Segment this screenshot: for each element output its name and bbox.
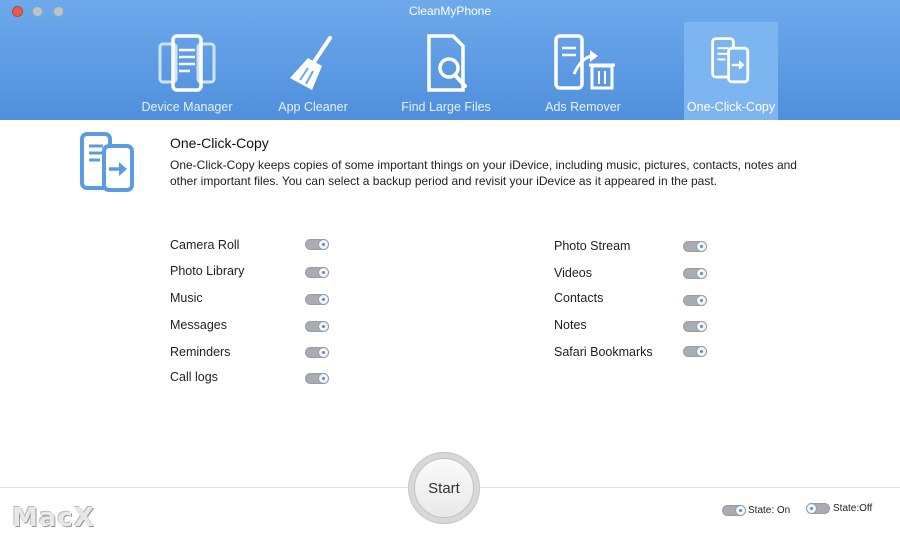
reminders-toggle[interactable]: [305, 347, 329, 358]
legend-on-toggle-sample: [722, 505, 746, 516]
broom-icon: [290, 36, 332, 90]
contacts-toggle[interactable]: [683, 295, 707, 306]
tab-label: One-Click-Copy: [686, 100, 776, 114]
toggle-knob: [318, 373, 329, 384]
photo-stream-toggle[interactable]: [683, 241, 707, 252]
toggle-knob: [735, 505, 746, 516]
option-label-safari-bookmarks: Safari Bookmarks: [554, 345, 653, 359]
notes-toggle[interactable]: [683, 321, 707, 332]
option-label-music: Music: [170, 291, 203, 305]
messages-toggle[interactable]: [305, 321, 329, 332]
section-description: One-Click-Copy keeps copies of some impo…: [170, 158, 797, 188]
tab-ads-remover[interactable]: Ads Remover: [518, 22, 648, 120]
phone-trash-icon: [554, 34, 615, 90]
call-logs-toggle[interactable]: [305, 373, 329, 384]
legend-off-label: State:Off: [833, 503, 873, 514]
toggle-knob: [318, 267, 329, 278]
toggle-knob: [696, 241, 707, 252]
tab-one-click-copy[interactable]: One-Click-Copy: [684, 22, 778, 120]
option-label-messages: Messages: [170, 318, 227, 332]
toggle-knob: [318, 321, 329, 332]
option-label-camera-roll: Camera Roll: [170, 238, 240, 252]
toggle-knob: [696, 346, 707, 357]
tab-app-cleaner[interactable]: App Cleaner: [248, 22, 378, 120]
music-toggle[interactable]: [305, 294, 329, 305]
safari-bookmarks-toggle[interactable]: [683, 346, 707, 357]
watermark-logo: MacX: [12, 503, 95, 533]
tab-device-manager[interactable]: Device Manager: [122, 22, 252, 120]
toggle-knob: [318, 347, 329, 358]
option-label-call-logs: Call logs: [170, 370, 218, 384]
phone-copy-icon: [80, 132, 134, 192]
videos-toggle[interactable]: [683, 268, 707, 279]
toggle-knob: [696, 268, 707, 279]
option-label-videos: Videos: [554, 266, 592, 280]
option-label-contacts: Contacts: [554, 291, 604, 305]
legend-off-toggle-sample: [806, 503, 830, 514]
tab-label: Device Manager: [141, 100, 233, 114]
phones-icon: [158, 34, 216, 92]
toggle-knob: [318, 294, 329, 305]
title-bar: CleanMyPhone: [0, 0, 900, 22]
option-label-photo-library: Photo Library: [170, 264, 245, 278]
tab-label: App Cleaner: [278, 100, 348, 114]
toggle-knob: [318, 239, 329, 250]
option-label-reminders: Reminders: [170, 345, 231, 359]
window-title: CleanMyPhone: [408, 4, 492, 18]
legend-on-label: State: On: [748, 505, 791, 516]
option-label-photo-stream: Photo Stream: [554, 239, 631, 253]
toggle-knob: [806, 503, 817, 514]
toolbar: CleanMyPhone Device Manager App Cleaner: [0, 0, 900, 120]
tab-label: Ads Remover: [545, 100, 621, 114]
page-title: One-Click-Copy: [170, 135, 269, 151]
tab-label: Find Large Files: [401, 100, 491, 114]
toggle-knob: [696, 321, 707, 332]
toggle-knob: [696, 295, 707, 306]
document-search-icon: [427, 34, 467, 92]
option-label-notes: Notes: [554, 318, 587, 332]
tab-find-large-files[interactable]: Find Large Files: [381, 22, 511, 120]
camera-roll-toggle[interactable]: [305, 239, 329, 250]
start-button[interactable]: Start: [414, 458, 474, 518]
photo-library-toggle[interactable]: [305, 267, 329, 278]
phone-copy-icon: [711, 37, 750, 84]
